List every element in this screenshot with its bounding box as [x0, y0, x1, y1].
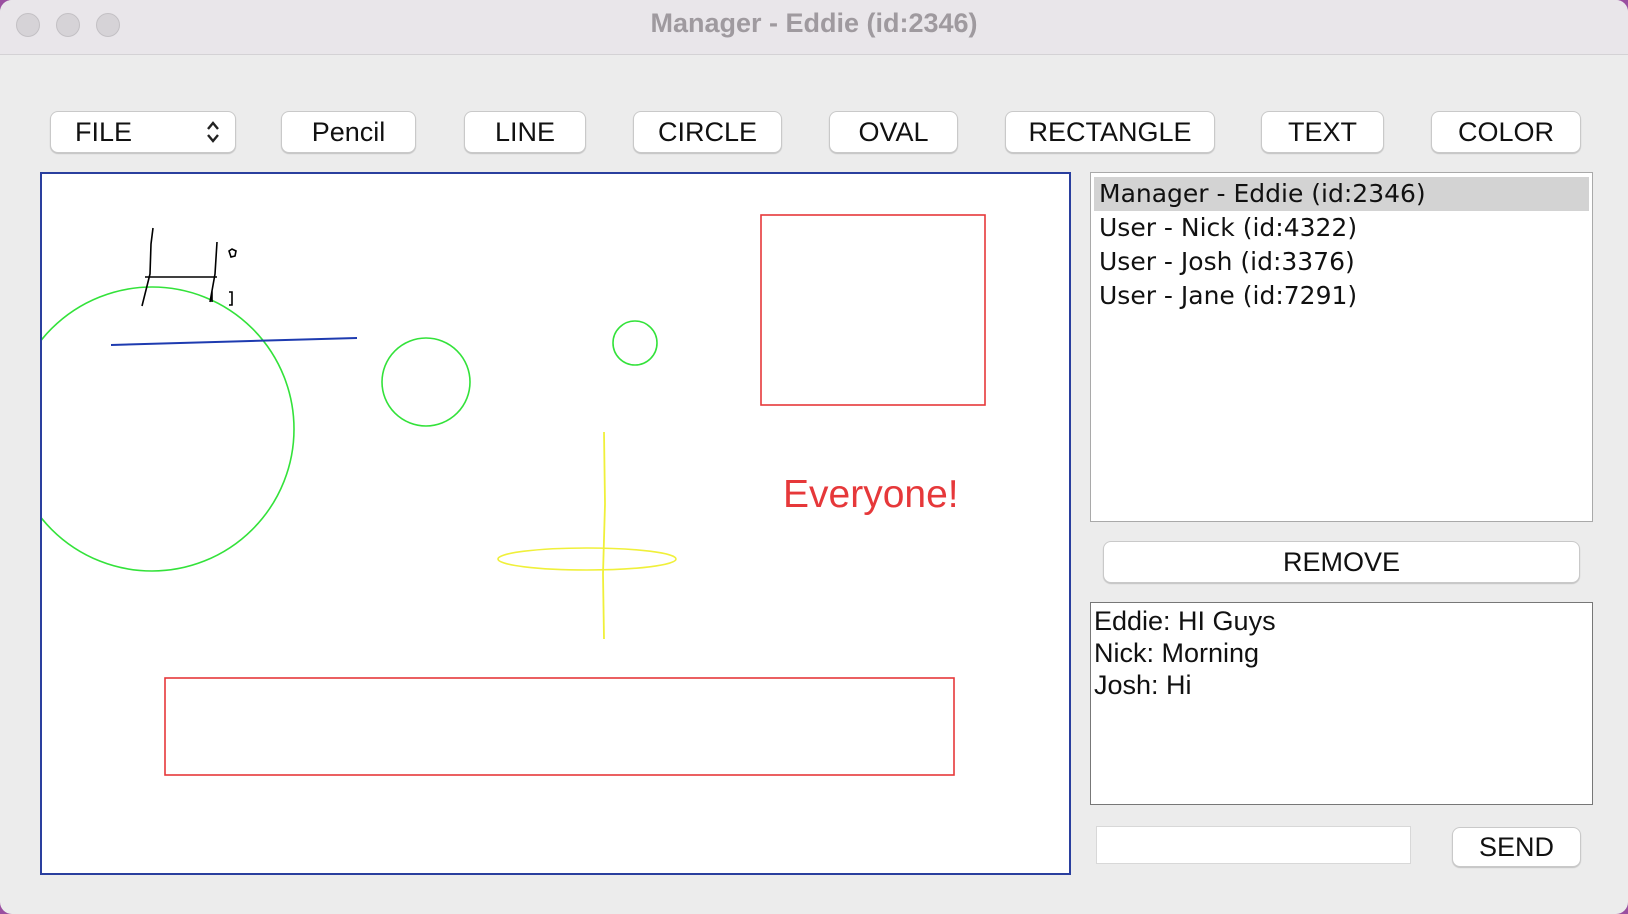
color-tool-button[interactable]: COLOR	[1431, 111, 1581, 153]
chevron-updown-icon	[207, 121, 219, 143]
app-window: Manager - Eddie (id:2346) FILE Pencil LI…	[0, 0, 1628, 914]
whiteboard-canvas[interactable]: Everyone!	[40, 172, 1071, 875]
user-list-item[interactable]: User - Nick (id:4322)	[1094, 211, 1589, 245]
whiteboard-drawing: Everyone!	[42, 214, 986, 776]
pencil-scribble	[141, 227, 237, 307]
drawn-circle-large	[42, 286, 295, 572]
user-list-item[interactable]: User - Josh (id:3376)	[1094, 245, 1589, 279]
drawn-rectangle-wide	[164, 677, 955, 776]
title-bar: Manager - Eddie (id:2346)	[0, 0, 1628, 55]
drawn-circle-small	[612, 320, 658, 366]
file-select[interactable]: FILE	[50, 111, 236, 153]
file-select-label: FILE	[75, 116, 133, 147]
chat-message: Eddie: HI Guys	[1094, 606, 1276, 636]
drawn-yellow-stroke	[602, 431, 606, 640]
user-list-item[interactable]: User - Jane (id:7291)	[1094, 279, 1589, 313]
oval-tool-button[interactable]: OVAL	[829, 111, 958, 153]
chat-log[interactable]: Eddie: HI Guys Nick: Morning Josh: Hi	[1090, 602, 1593, 805]
canvas-text-annotation: Everyone!	[783, 473, 959, 516]
send-button[interactable]: SEND	[1452, 827, 1581, 867]
drawn-rectangle-square	[760, 214, 986, 406]
drawn-line	[110, 337, 358, 346]
drawn-circle-medium	[381, 337, 471, 427]
chat-message-input[interactable]	[1096, 826, 1411, 864]
circle-tool-button[interactable]: CIRCLE	[633, 111, 782, 153]
text-tool-button[interactable]: TEXT	[1261, 111, 1384, 153]
chat-message: Josh: Hi	[1094, 670, 1192, 700]
pencil-tool-button[interactable]: Pencil	[281, 111, 416, 153]
user-list[interactable]: Manager - Eddie (id:2346) User - Nick (i…	[1090, 172, 1593, 522]
rectangle-tool-button[interactable]: RECTANGLE	[1005, 111, 1215, 153]
remove-user-button[interactable]: REMOVE	[1103, 541, 1580, 583]
line-tool-button[interactable]: LINE	[464, 111, 586, 153]
drawn-oval	[497, 547, 677, 571]
user-list-item[interactable]: Manager - Eddie (id:2346)	[1094, 177, 1589, 211]
window-title: Manager - Eddie (id:2346)	[650, 8, 978, 38]
chat-message: Nick: Morning	[1094, 638, 1260, 668]
